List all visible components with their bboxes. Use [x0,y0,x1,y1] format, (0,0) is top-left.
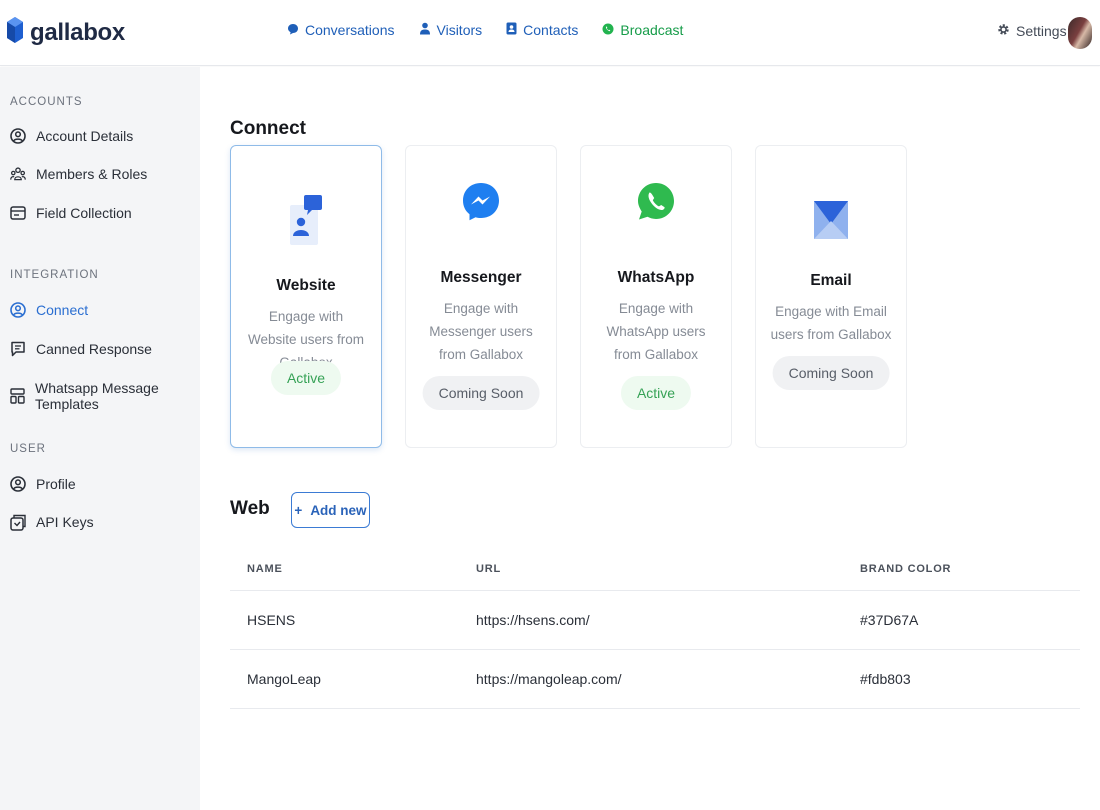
top-bar: gallabox Conversations Visitors Contacts… [0,0,1100,66]
nav-visitors[interactable]: Visitors [419,22,483,38]
user-circle-icon [10,302,26,318]
whatsapp-icon [602,22,614,38]
avatar[interactable] [1068,17,1092,49]
sidebar-item-label: Members & Roles [36,166,148,182]
sidebar-item-canned-response[interactable]: Canned Response [10,341,152,357]
sidebar-item-label: Profile [36,476,76,492]
messenger-card[interactable]: Messenger Engage with Messenger users fr… [405,145,557,448]
sidebar-item-label: Whatsapp Message Templates [35,380,159,412]
form-icon [10,205,26,221]
settings-button[interactable]: Settings [997,23,1067,39]
column-header-name: NAME [247,563,283,575]
message-icon [10,341,26,357]
table-row[interactable]: MangoLeap https://mangoleap.com/ #fdb803 [230,650,1080,709]
sidebar-item-account-details[interactable]: Account Details [10,128,133,144]
brand-logo[interactable]: gallabox [6,16,125,49]
column-header-url: URL [476,563,502,575]
table-row[interactable]: HSENS https://hsens.com/ #37D67A [230,591,1080,650]
sidebar-item-label: Canned Response [36,341,152,357]
sidebar-item-members-roles[interactable]: Members & Roles [10,166,147,182]
sidebar-item-label: Account Details [36,128,134,144]
sidebar: ACCOUNTS Account Details Members & Roles… [0,67,200,810]
card-description: Engage with Messenger users from Gallabo… [429,301,533,362]
sidebar-item-label: Connect [36,302,89,318]
add-new-button[interactable]: + Add new [291,492,370,528]
card-description: Engage with WhatsApp users from Gallabox [606,301,706,362]
column-header-brand-color: BRAND COLOR [860,563,952,575]
card-title: Messenger [440,269,522,286]
person-icon [419,22,431,38]
group-icon [10,166,26,182]
nav-label: Conversations [305,22,395,38]
card-description: Engage with Email users from Gallabox [770,304,892,342]
messenger-icon [462,183,500,242]
row-brand-color: #37D67A [860,612,919,628]
sidebar-item-label: Field Collection [36,205,132,221]
add-new-label: Add new [310,502,367,518]
card-title: Email [810,272,852,289]
website-chat-icon [288,195,324,250]
web-table: NAME URL BRAND COLOR HSENS https://hsens… [230,548,1080,709]
sidebar-item-connect[interactable]: Connect [10,302,88,318]
sidebar-item-whatsapp-templates[interactable]: Whatsapp Message Templates [10,380,200,412]
nav-broadcast[interactable]: Broadcast [602,22,683,38]
web-heading: Web [230,498,270,519]
section-title-user: USER [10,443,46,455]
website-card[interactable]: Website Engage with Website users from G… [230,145,382,448]
gear-icon [997,23,1010,39]
brand-name: gallabox [30,18,125,46]
whatsapp-card[interactable]: WhatsApp Engage with WhatsApp users from… [580,145,732,448]
user-circle-icon [10,128,26,144]
sidebar-item-label: API Keys [36,514,94,530]
nav-label: Broadcast [620,22,684,38]
row-name: HSENS [247,612,296,628]
status-badge: Active [620,376,692,410]
row-url: https://mangoleap.com/ [476,671,622,687]
row-name: MangoLeap [247,671,321,687]
nav-label: Contacts [523,22,579,38]
card-title: Website [276,277,336,294]
status-badge: Coming Soon [772,356,890,390]
contact-book-icon [506,22,517,38]
card-title: WhatsApp [617,269,695,286]
section-title-accounts: ACCOUNTS [10,96,83,108]
settings-label: Settings [1016,23,1067,39]
nav-label: Visitors [436,22,483,38]
status-badge: Active [270,361,342,395]
whatsapp-icon [637,182,675,243]
row-brand-color: #fdb803 [860,671,911,687]
main-content: Connect Website Engage with Website user… [200,67,1100,810]
status-badge: Coming Soon [422,376,540,410]
user-circle-icon [10,476,26,492]
row-url: https://hsens.com/ [476,612,590,628]
email-card[interactable]: Email Engage with Email users from Galla… [755,145,907,448]
sidebar-item-api-keys[interactable]: API Keys [10,514,94,531]
nav-conversations[interactable]: Conversations [287,22,395,38]
nav-contacts[interactable]: Contacts [506,22,578,38]
section-title-integration: INTEGRATION [10,269,99,281]
sidebar-item-profile[interactable]: Profile [10,476,76,492]
connect-heading: Connect [230,118,306,139]
sidebar-item-field-collection[interactable]: Field Collection [10,205,132,221]
plus-icon: + [294,502,303,518]
email-icon [814,201,848,248]
api-key-icon [10,514,26,531]
table-header: NAME URL BRAND COLOR [230,548,1080,591]
template-icon [10,388,25,404]
main-nav: Conversations Visitors Contacts Broadcas… [287,22,683,38]
gallabox-logo-icon [6,16,24,49]
chat-bubble-icon [287,22,299,38]
